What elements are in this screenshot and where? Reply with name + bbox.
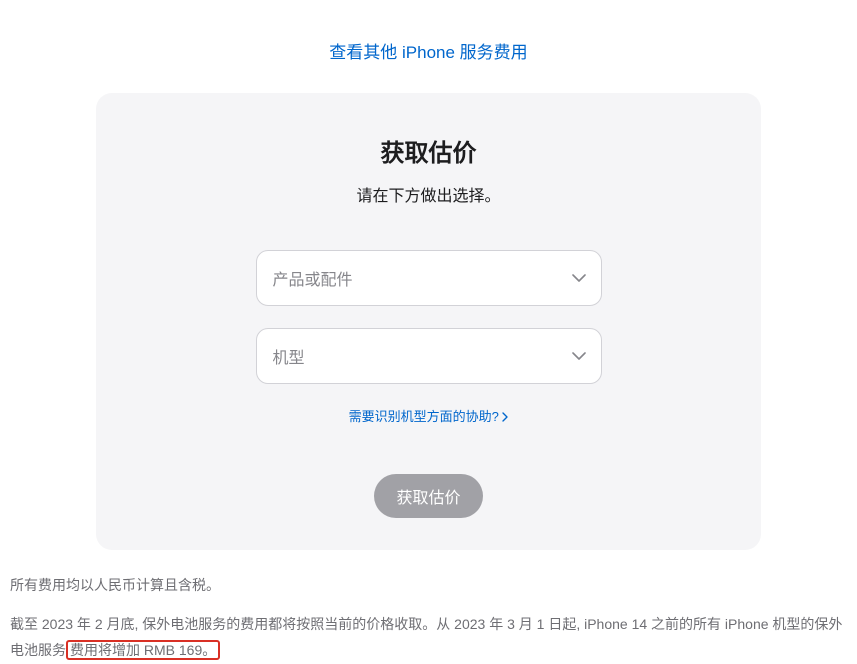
top-link-container: 查看其他 iPhone 服务费用: [0, 0, 857, 93]
product-select[interactable]: 产品或配件: [256, 250, 602, 306]
price-increase-highlight: 费用将增加 RMB 169。: [66, 640, 220, 660]
card-subtitle: 请在下方做出选择。: [146, 182, 711, 206]
help-link-container: 需要识别机型方面的协助?: [146, 406, 711, 426]
help-link-text: 需要识别机型方面的协助?: [349, 409, 499, 424]
footer-text: 所有费用均以人民币计算且含税。 截至 2023 年 2 月底, 保外电池服务的费…: [0, 550, 857, 664]
footer-line-2: 截至 2023 年 2 月底, 保外电池服务的费用都将按照当前的价格收取。从 2…: [10, 611, 847, 664]
other-services-link[interactable]: 查看其他 iPhone 服务费用: [329, 43, 527, 62]
product-select-placeholder: 产品或配件: [273, 266, 353, 290]
get-estimate-button[interactable]: 获取估价: [374, 474, 482, 518]
estimate-card: 获取估价 请在下方做出选择。 产品或配件 机型 需要识别机型方面的协助? 获取估…: [96, 93, 761, 550]
product-select-wrap: 产品或配件: [256, 250, 602, 306]
card-title: 获取估价: [146, 133, 711, 168]
model-select[interactable]: 机型: [256, 328, 602, 384]
model-select-wrap: 机型: [256, 328, 602, 384]
chevron-right-icon: [502, 410, 508, 425]
footer-line-1: 所有费用均以人民币计算且含税。: [10, 572, 847, 599]
model-select-placeholder: 机型: [273, 344, 305, 368]
identify-model-help-link[interactable]: 需要识别机型方面的协助?: [349, 409, 509, 424]
